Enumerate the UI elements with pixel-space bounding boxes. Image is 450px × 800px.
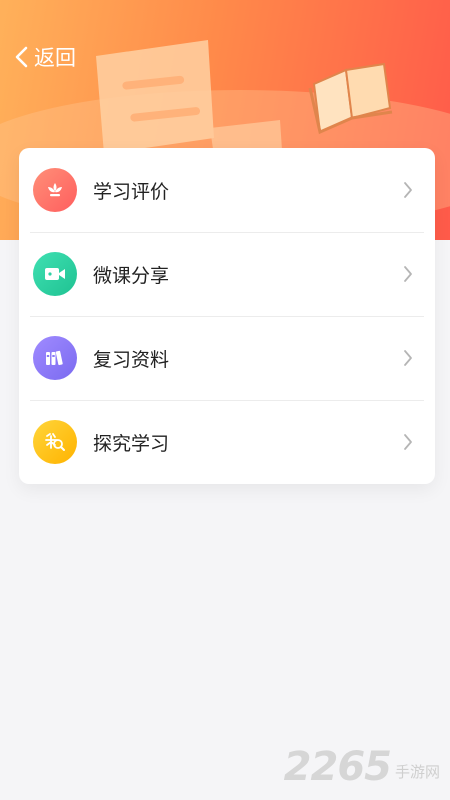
chevron-right-icon [404,434,412,450]
chevron-left-icon [15,46,28,68]
chevron-right-icon [404,350,412,366]
book-illustration [308,62,393,135]
menu-item-learning-evaluation[interactable]: 学习评价 [19,148,435,232]
chevron-right-icon [404,266,412,282]
menu-item-inquiry-learning[interactable]: 探究学习 [19,400,435,484]
watermark: 2265 手游网 [284,744,440,790]
video-camera-icon [33,252,77,296]
watermark-text: 手游网 [394,763,440,781]
menu-item-label: 学习评价 [93,180,170,203]
menu-item-label: 探究学习 [93,432,170,455]
menu-item-micro-lesson-share[interactable]: 微课分享 [19,232,435,316]
menu-card: 学习评价 微课分享 复习资料 探究学习 [19,148,435,484]
magnifier-icon [33,420,77,464]
books-icon [33,336,77,380]
back-button[interactable]: 返回 [14,42,76,72]
watermark-number: 2265 [283,744,392,790]
menu-item-label: 复习资料 [93,348,170,371]
flower-icon [33,168,77,212]
menu-item-review-materials[interactable]: 复习资料 [19,316,435,400]
document-illustration [96,40,282,156]
back-label: 返回 [34,46,76,70]
chevron-right-icon [404,182,412,198]
menu-item-label: 微课分享 [93,264,170,287]
